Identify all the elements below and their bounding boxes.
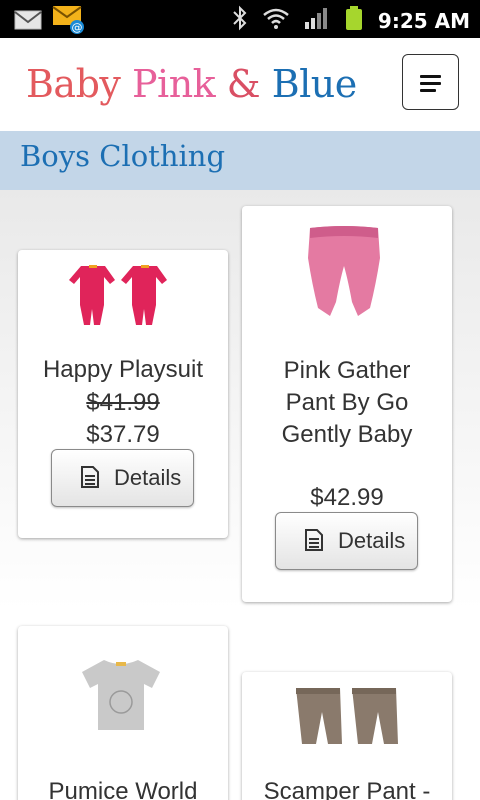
product-card-happy-playsuit[interactable]: Happy Playsuit $41.99 $37.79 Details bbox=[18, 250, 228, 538]
bluetooth-icon bbox=[232, 5, 248, 36]
product-image-scamper-pant[interactable] bbox=[294, 684, 400, 750]
product-card-pink-gather-pant[interactable]: Pink Gather Pant By Go Gently Baby $42.9… bbox=[242, 206, 452, 602]
product-card-pumice-world[interactable]: Pumice World bbox=[18, 626, 228, 800]
signal-icon bbox=[304, 6, 330, 35]
category-banner: Boys Clothing bbox=[0, 131, 480, 190]
logo-word-baby: Baby bbox=[26, 62, 121, 106]
clock-time: 9:25 AM bbox=[377, 8, 470, 33]
status-bar: @ 9:25 AM bbox=[0, 0, 480, 38]
svg-text:@: @ bbox=[72, 21, 83, 34]
logo-word-blue: Blue bbox=[271, 62, 358, 106]
menu-button[interactable] bbox=[402, 54, 459, 110]
product-card-scamper-pant[interactable]: Scamper Pant - bbox=[242, 672, 452, 800]
battery-icon bbox=[344, 5, 364, 36]
product-old-price: $41.99 bbox=[86, 389, 160, 416]
details-button[interactable]: Details bbox=[51, 449, 194, 507]
site-header: Baby Pink & Blue bbox=[0, 38, 480, 131]
wifi-icon bbox=[262, 6, 290, 35]
product-price: $37.79 bbox=[86, 421, 160, 448]
details-button[interactable]: Details bbox=[275, 512, 418, 570]
product-name[interactable]: Scamper Pant - bbox=[242, 776, 452, 800]
category-title: Boys Clothing bbox=[20, 139, 226, 173]
product-grid: Happy Playsuit $41.99 $37.79 Details Pin… bbox=[0, 190, 480, 800]
site-logo[interactable]: Baby Pink & Blue bbox=[26, 62, 357, 106]
email-notification-icon: @ bbox=[52, 5, 86, 40]
logo-word-pink: Pink bbox=[131, 62, 216, 106]
details-label: Details bbox=[338, 528, 406, 553]
product-name[interactable]: Pink Gather Pant By Go Gently Baby bbox=[272, 355, 422, 451]
logo-ampersand: & bbox=[226, 62, 261, 106]
document-icon bbox=[81, 466, 99, 488]
details-label: Details bbox=[114, 465, 182, 490]
product-image-tshirt[interactable] bbox=[80, 658, 162, 732]
product-name[interactable]: Happy Playsuit bbox=[18, 354, 228, 386]
gmail-icon bbox=[14, 9, 42, 36]
product-image-playsuit[interactable] bbox=[67, 262, 177, 328]
product-price: $42.99 bbox=[310, 484, 384, 511]
product-image-pink-pant[interactable] bbox=[304, 224, 384, 320]
product-name[interactable]: Pumice World bbox=[18, 776, 228, 800]
document-icon bbox=[305, 529, 323, 551]
